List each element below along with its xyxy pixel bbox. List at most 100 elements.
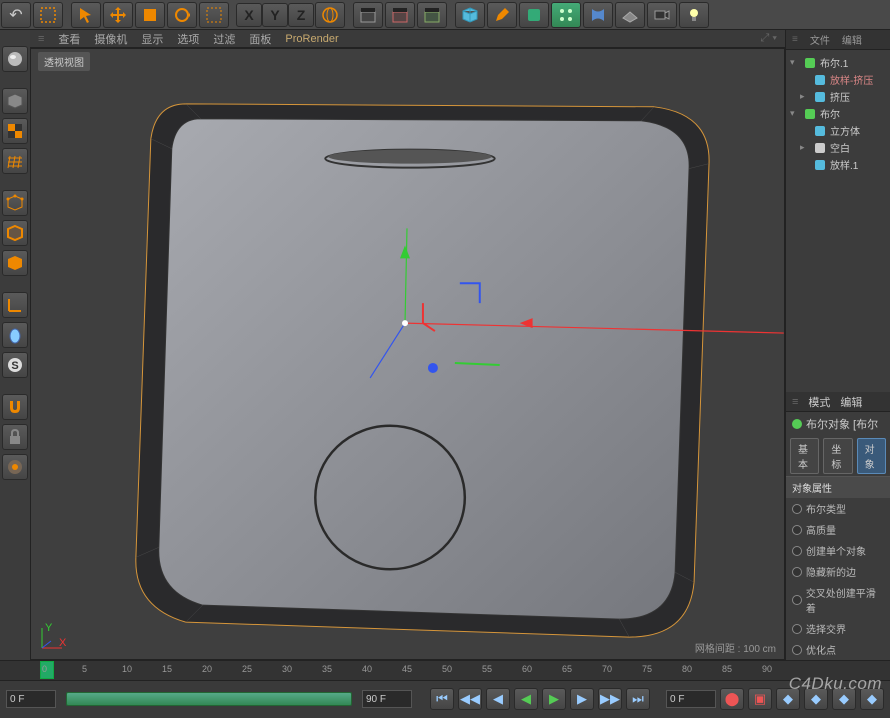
cursor-button[interactable] [71,2,101,28]
prev-frame-button[interactable]: ◀ [486,688,510,710]
axis-y-button[interactable]: Y [262,3,288,27]
tree-item[interactable]: 放样-挤压 [788,71,888,88]
soft-select-button[interactable] [2,454,28,480]
tree-item[interactable]: ▸空白 [788,139,888,156]
view-menu-display[interactable]: 显示 [141,31,163,47]
current-frame-input[interactable] [666,690,716,708]
radio-icon[interactable] [792,567,802,577]
render-settings-button[interactable] [417,2,447,28]
lock-button[interactable] [2,424,28,450]
key-pos-button[interactable]: ◆ [776,688,800,710]
edit-menu-2[interactable]: 编辑 [840,394,862,410]
camera-button[interactable] [647,2,677,28]
file-menu[interactable]: 文件 [810,32,830,47]
radio-icon[interactable] [792,525,802,535]
attribute-row[interactable]: 优化点 [786,639,890,660]
play-button[interactable]: ▶ [542,688,566,710]
view-menu-view[interactable]: 查看 [58,31,80,47]
rotate-icon [173,6,191,24]
view-menu-camera[interactable]: 摄像机 [94,31,127,47]
live-select-button[interactable] [33,2,63,28]
attribute-row[interactable]: 隐藏新的边 [786,561,890,582]
render-button[interactable] [353,2,383,28]
edit-menu[interactable]: 编辑 [842,32,862,47]
timeline-tick: 55 [482,664,492,674]
rotate-button[interactable] [167,2,197,28]
attribute-row[interactable]: 选择交界 [786,618,890,639]
attr-tab[interactable]: 基本 [790,438,819,474]
tree-item[interactable]: ▾布尔 [788,105,888,122]
prev-key-button[interactable]: ◀◀ [458,688,482,710]
play-back-button[interactable]: ◀ [514,688,538,710]
nurbs-button[interactable] [519,2,549,28]
light-button[interactable] [679,2,709,28]
object-tree[interactable]: ▾布尔.1放样-挤压▸挤压▾布尔立方体▸空白放样.1 [786,50,890,190]
end-frame-input[interactable] [362,690,412,708]
model-mode-button[interactable] [2,88,28,114]
radio-icon[interactable] [792,645,802,655]
radio-icon[interactable] [792,624,802,634]
tree-toggle-icon[interactable]: ▸ [800,91,810,102]
next-key-button[interactable]: ▶▶ [598,688,622,710]
tree-item[interactable]: 放样.1 [788,156,888,173]
tree-toggle-icon[interactable]: ▾ [790,108,800,119]
point-mode-button[interactable] [2,190,28,216]
scale-button[interactable] [135,2,165,28]
viewport-3d[interactable]: 网格间距 : 100 cm Y X [30,48,785,660]
texture-mode-button[interactable] [2,118,28,144]
tweak-button[interactable] [2,322,28,348]
axis-z-button[interactable]: Z [288,3,314,27]
poly-icon [6,254,24,272]
deformer-button[interactable] [583,2,613,28]
make-editable-button[interactable] [2,46,28,72]
timeline-range-bar[interactable] [66,692,352,706]
attribute-row[interactable]: 高质量 [786,519,890,540]
snap-button[interactable]: S [2,352,28,378]
grid-icon [6,152,24,170]
view-menu-options[interactable]: 选项 [177,31,199,47]
autokey-button[interactable]: ▣ [748,688,772,710]
attr-tab[interactable]: 对象 [857,438,886,474]
lasso-button[interactable] [199,2,229,28]
workplane-button[interactable] [2,148,28,174]
key-rot-button[interactable]: ◆ [804,688,828,710]
attr-tab[interactable]: 坐标 [823,438,852,474]
environment-button[interactable] [615,2,645,28]
goto-start-button[interactable]: ⏮ [430,688,454,710]
tree-toggle-icon[interactable]: ▸ [800,142,810,153]
attribute-row[interactable]: 布尔类型 [786,498,890,519]
magnet-button[interactable] [2,394,28,420]
generator-button[interactable] [551,2,581,28]
tree-item[interactable]: 立方体 [788,122,888,139]
axis-x-button[interactable]: X [236,3,262,27]
attribute-label: 创建单个对象 [806,543,866,558]
pen-button[interactable] [487,2,517,28]
start-frame-input[interactable] [6,690,56,708]
tree-item[interactable]: ▸挤压 [788,88,888,105]
view-menu-prorender[interactable]: ProRender [285,33,338,45]
tree-item[interactable]: ▾布尔.1 [788,54,888,71]
key-scale-button[interactable]: ◆ [832,688,856,710]
poly-mode-button[interactable] [2,250,28,276]
primitive-button[interactable] [455,2,485,28]
tree-toggle-icon[interactable]: ▾ [790,57,800,68]
radio-icon[interactable] [792,546,802,556]
radio-icon[interactable] [792,595,802,605]
axis-tool-button[interactable] [2,292,28,318]
key-pla-button[interactable]: ◆ [860,688,884,710]
move-button[interactable] [103,2,133,28]
mode-menu[interactable]: 模式 [808,394,830,410]
timeline-ruler[interactable]: 051015202530354045505560657075808590 [0,661,890,681]
radio-icon[interactable] [792,504,802,514]
undo-button[interactable]: ↶ [1,2,31,28]
render-region-button[interactable] [385,2,415,28]
view-menu-panel[interactable]: 面板 [249,31,271,47]
attribute-row[interactable]: 创建单个对象 [786,540,890,561]
next-frame-button[interactable]: ▶ [570,688,594,710]
world-button[interactable] [315,2,345,28]
goto-end-button[interactable]: ⏭ [626,688,650,710]
attribute-row[interactable]: 交叉处创建平滑着 [786,582,890,618]
record-button[interactable]: ⬤ [720,688,744,710]
edge-mode-button[interactable] [2,220,28,246]
view-menu-filter[interactable]: 过滤 [213,31,235,47]
